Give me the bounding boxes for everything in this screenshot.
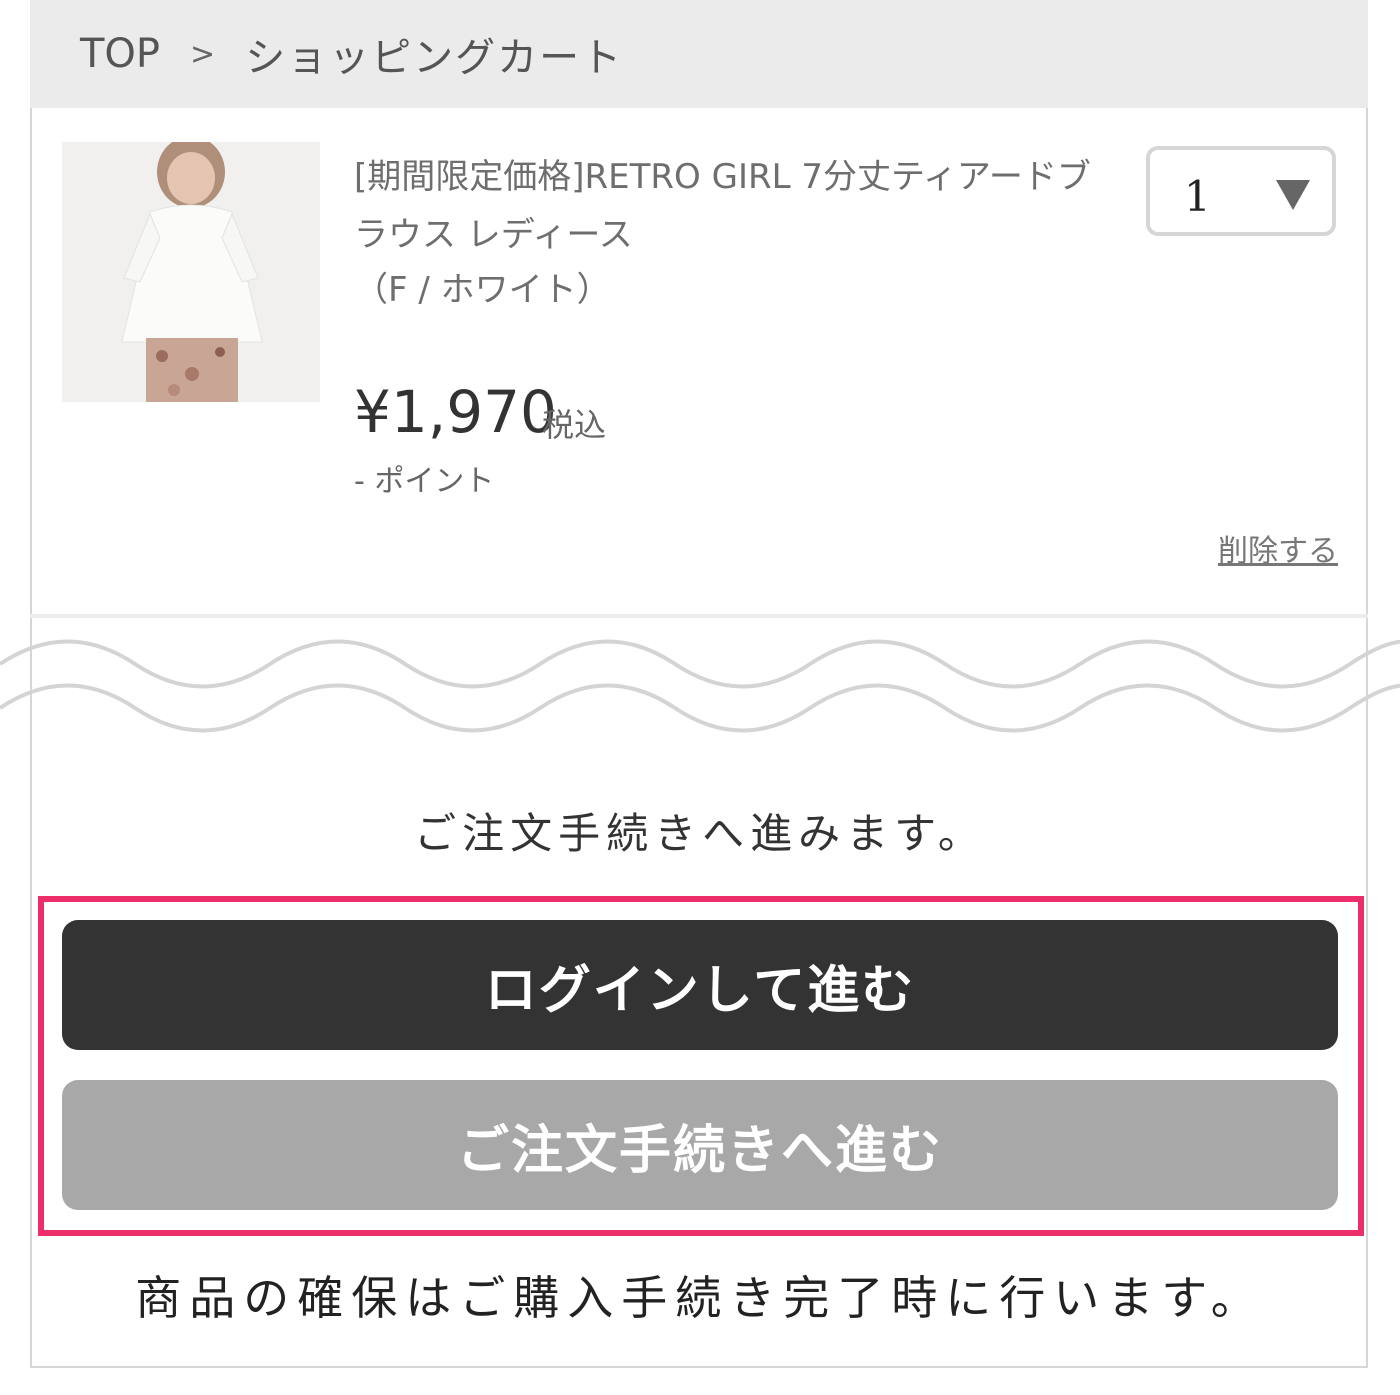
wave-divider (0, 639, 1400, 733)
product-title[interactable]: [期間限定価格]RETRO GIRL 7分丈ティアードブラウス レディース (354, 148, 1094, 264)
quantity-select[interactable]: 1 (1146, 146, 1336, 236)
breadcrumb: TOP > ショッピングカート (30, 0, 1368, 108)
divider (30, 614, 1368, 618)
tax-label: 税込 (542, 406, 607, 444)
checkout-notice: ご注文手続きへ進みます。 (414, 809, 986, 858)
chevron-down-icon (1276, 180, 1310, 214)
reservation-footnote: 商品の確保はご購入手続き完了時に行います。 (135, 1271, 1265, 1325)
delete-link[interactable]: 削除する (1218, 526, 1338, 570)
product-image[interactable] (62, 142, 320, 402)
proceed-to-checkout-button[interactable]: ご注文手続きへ進む (62, 1080, 1338, 1210)
breadcrumb-current: ショッピングカート (245, 35, 624, 81)
product-price: ¥1,970 (354, 378, 557, 446)
points-label: - ポイント (354, 464, 495, 499)
login-and-proceed-button[interactable]: ログインして進む (62, 920, 1338, 1050)
product-variant: （F / ホワイト） (354, 270, 611, 310)
breadcrumb-top-link[interactable]: TOP (80, 31, 160, 77)
quantity-value: 1 (1184, 172, 1211, 221)
breadcrumb-separator: > (190, 36, 216, 72)
